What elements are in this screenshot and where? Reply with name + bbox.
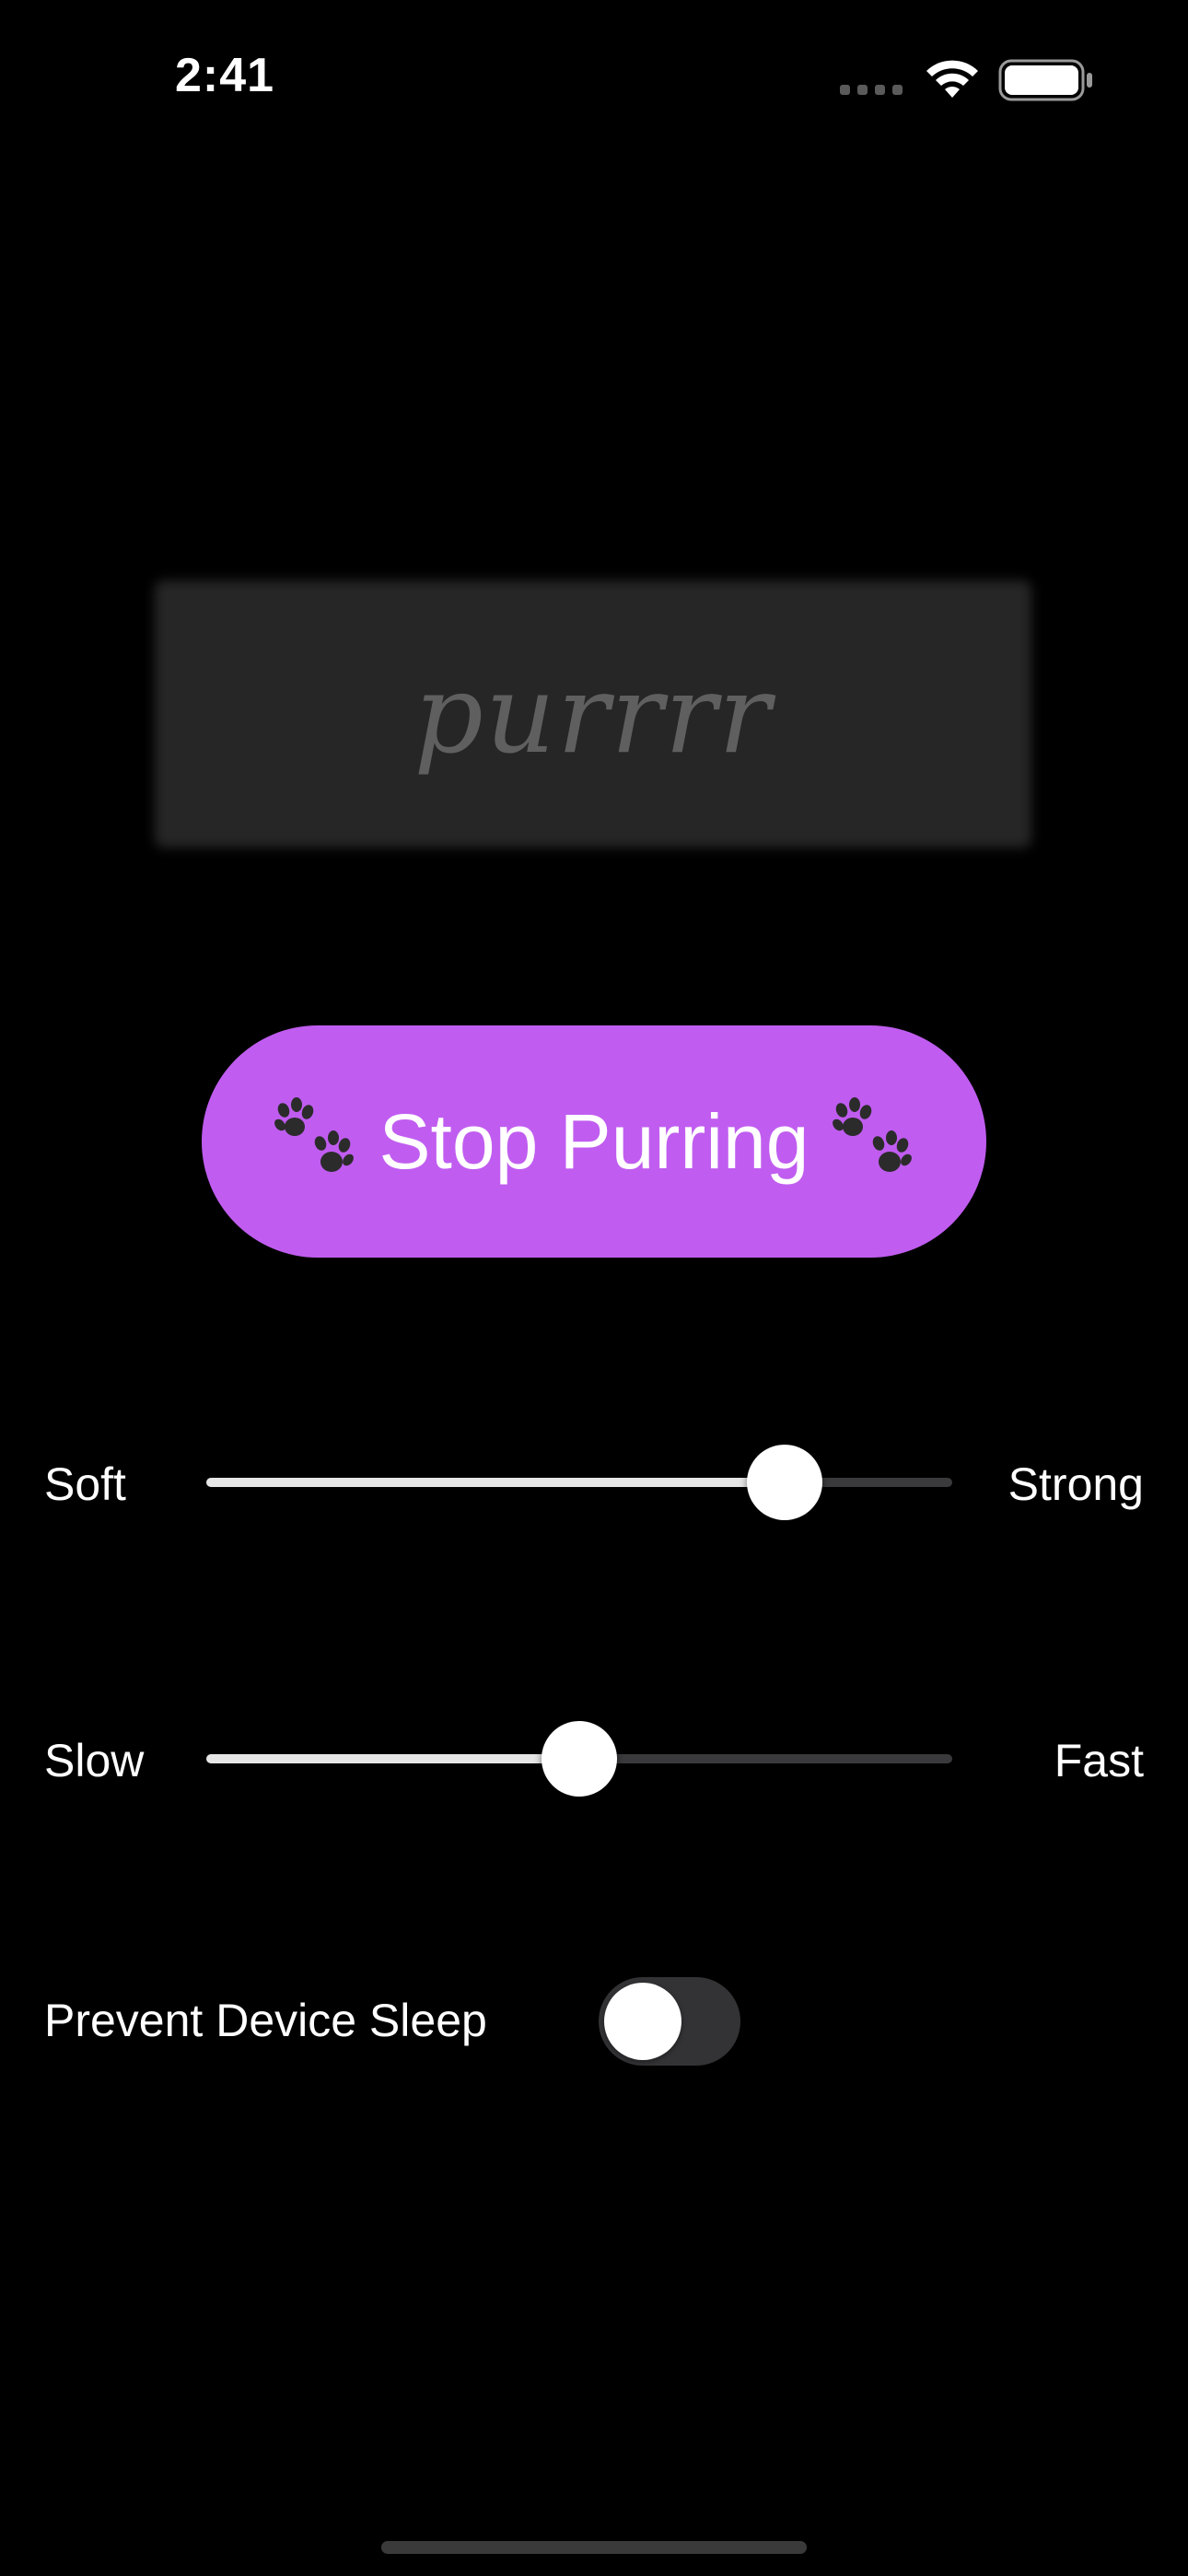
- prevent-sleep-row: Prevent Device Sleep: [0, 1977, 1188, 2069]
- speed-max-label: Fast: [1054, 1735, 1144, 1786]
- paw-prints-icon: [833, 1097, 913, 1172]
- stop-purring-button[interactable]: Stop Purring: [202, 1025, 986, 1258]
- purr-app-screen: 2:41 purrrr Stop Purring Soft Strong Slo…: [0, 0, 1188, 2576]
- speed-slider[interactable]: [206, 1721, 952, 1797]
- stop-purring-label: Stop Purring: [379, 1097, 809, 1185]
- speed-min-label: Slow: [44, 1735, 145, 1786]
- battery-icon: [998, 59, 1092, 101]
- prevent-sleep-toggle-knob: [604, 1983, 681, 2060]
- home-indicator[interactable]: [381, 2541, 807, 2554]
- wifi-icon: [926, 60, 978, 98]
- strength-max-label: Strong: [1007, 1458, 1144, 1510]
- speed-slider-fill: [206, 1754, 579, 1763]
- speed-slider-thumb[interactable]: [542, 1721, 617, 1797]
- purr-display-text: purrrr: [413, 650, 773, 778]
- strength-slider-row: Soft Strong: [0, 1426, 1188, 1537]
- status-time: 2:41: [175, 49, 275, 102]
- prevent-sleep-label: Prevent Device Sleep: [44, 1995, 487, 2046]
- cellular-signal-icon: [840, 85, 904, 96]
- speed-slider-row: Slow Fast: [0, 1703, 1188, 1813]
- prevent-sleep-toggle[interactable]: [599, 1977, 740, 2066]
- paw-prints-icon: [274, 1097, 354, 1172]
- strength-min-label: Soft: [44, 1458, 126, 1510]
- strength-slider[interactable]: [206, 1445, 952, 1520]
- strength-slider-thumb[interactable]: [746, 1445, 822, 1520]
- strength-slider-fill: [206, 1478, 785, 1487]
